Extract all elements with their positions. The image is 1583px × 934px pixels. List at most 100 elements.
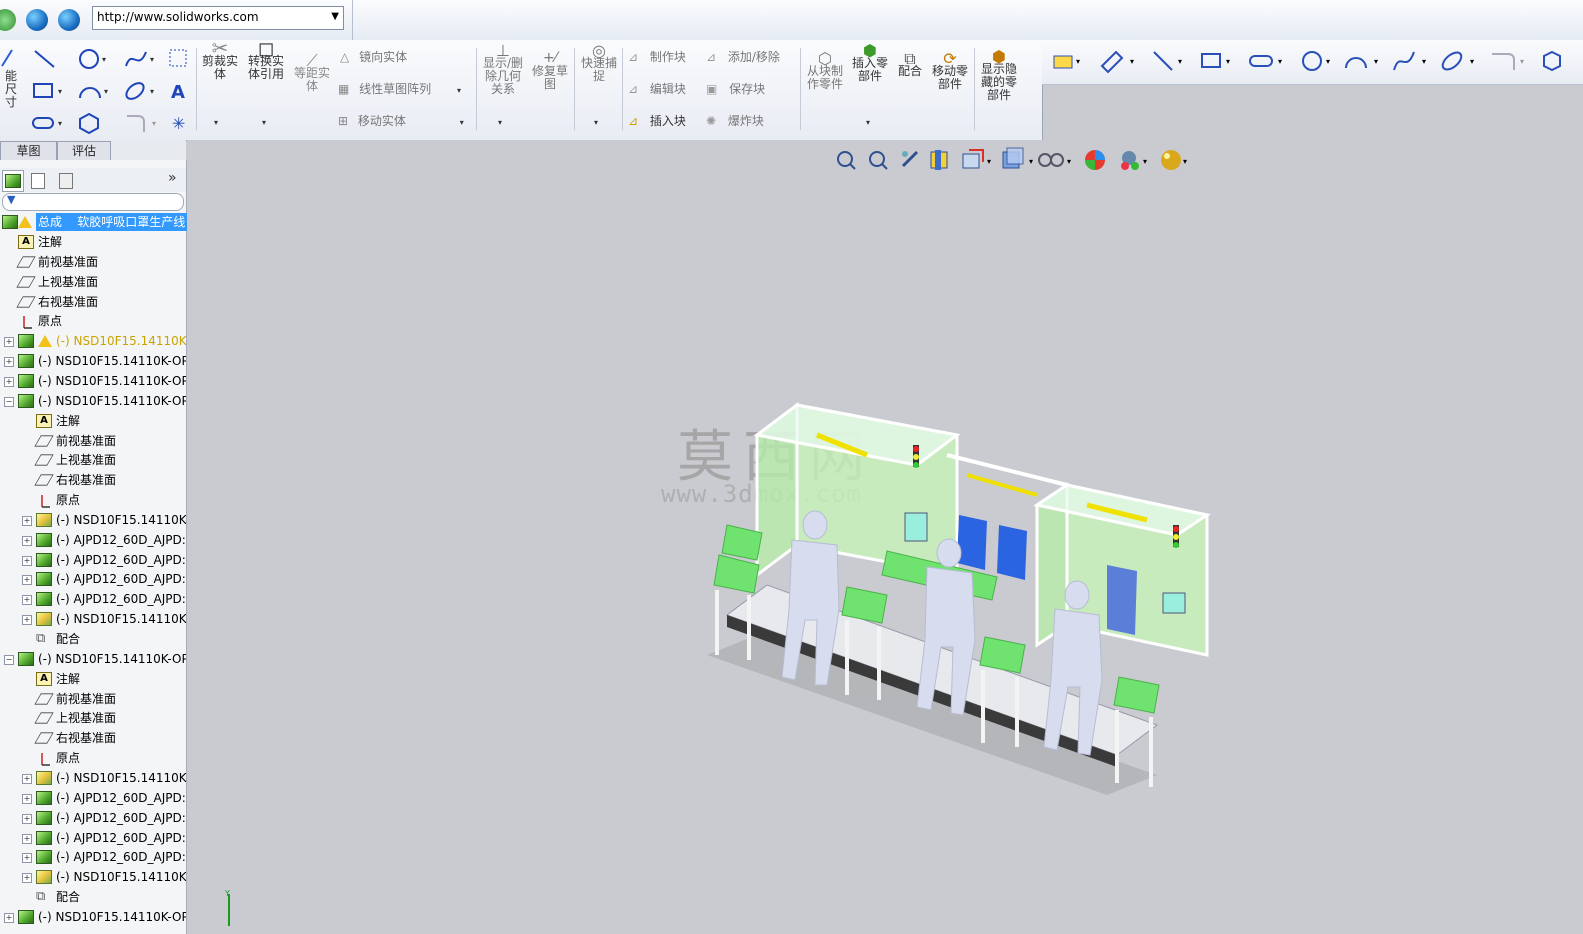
- move-entities-button[interactable]: ⊞ 移动实体 ▾: [338, 112, 464, 129]
- sketch-toolbar-icons[interactable]: ▾ ▾ ▾ ▾ ▾ ▾ ▾ ▾ ▾ ▾: [1050, 48, 1570, 74]
- expand-toggle-icon[interactable]: +: [4, 912, 14, 923]
- save-block-button[interactable]: ▣ 保存块: [706, 80, 765, 97]
- tree-item[interactable]: + (-) AJPD12_60D_AJPD:: [0, 788, 186, 808]
- heads-up-view-toolbar[interactable]: ▾ ▾ ▾ ▾ ▾: [833, 146, 1193, 174]
- expand-toggle-icon[interactable]: +: [22, 615, 32, 626]
- tree-item[interactable]: + (-) AJPD12_60D_AJPD:: [0, 589, 186, 609]
- tree-item[interactable]: − (-) NSD10F15.14110K-OP: [0, 391, 186, 411]
- tree-item[interactable]: + (-) NSD10F15.14110K-: [0, 768, 186, 788]
- chevron-down-icon[interactable]: ▾: [594, 118, 598, 127]
- tree-item[interactable]: 前视基准面: [0, 431, 186, 451]
- text-icon[interactable]: A: [168, 80, 190, 102]
- make-part-from-block-button[interactable]: ⬡ 从块制 作零件: [804, 51, 846, 91]
- expand-panel-icon[interactable]: »: [168, 170, 177, 186]
- ellipse-icon[interactable]: ▾: [124, 80, 160, 102]
- slot-icon[interactable]: ▾: [32, 112, 68, 134]
- url-input[interactable]: http://www.solidworks.com ▼: [92, 6, 344, 30]
- convert-entities-button[interactable]: ◻ 转换实 体引用: [244, 38, 288, 81]
- mirror-entities-button[interactable]: △ 镜向实体: [340, 48, 407, 65]
- spline-icon[interactable]: ▾: [124, 48, 158, 70]
- refresh-icon[interactable]: [0, 9, 16, 31]
- tree-item[interactable]: + (-) AJPD12_60D_AJPD:: [0, 569, 186, 589]
- polygon-icon[interactable]: [78, 112, 104, 134]
- tree-item[interactable]: 右视基准面: [0, 470, 186, 490]
- quick-snaps-button[interactable]: ◎ 快速捕 捉: [578, 43, 620, 83]
- offset-entities-button[interactable]: ⟋ 等距实 体: [290, 53, 334, 93]
- chevron-down-icon[interactable]: ▾: [866, 118, 870, 127]
- grid-snap-icon[interactable]: [168, 48, 190, 70]
- expand-toggle-icon[interactable]: +: [22, 793, 32, 804]
- tree-item[interactable]: + (-) NSD10F15.14110K-: [0, 609, 186, 629]
- tree-item[interactable]: ⧉ 配合: [0, 629, 186, 649]
- display-relations-button[interactable]: ⊥ 显示/删 除几何 关系: [480, 43, 526, 96]
- trim-entities-button[interactable]: ✂ 剪裁实 体: [200, 38, 240, 81]
- expand-toggle-icon[interactable]: +: [22, 535, 32, 546]
- tree-item[interactable]: 原点: [0, 490, 186, 510]
- circle-icon[interactable]: ▾: [78, 48, 112, 70]
- configuration-manager-tab-icon[interactable]: [56, 170, 76, 190]
- move-component-button[interactable]: ⟳ 移动零 部件: [928, 51, 972, 91]
- tab-sketch[interactable]: 草图: [0, 141, 57, 161]
- tree-item[interactable]: 前视基准面: [0, 252, 186, 272]
- tree-root[interactable]: 总成 软胶呼吸口罩生产线: [0, 212, 188, 232]
- mate-button[interactable]: ⧉ 配合: [894, 51, 926, 78]
- arc-icon[interactable]: ▾: [78, 80, 114, 102]
- tree-item[interactable]: + (-) AJPD12_60D_AJPD:: [0, 550, 186, 570]
- insert-components-button[interactable]: ⬢ 插入零 部件: [848, 43, 892, 83]
- expand-toggle-icon[interactable]: +: [4, 376, 14, 387]
- tree-item[interactable]: 原点: [0, 748, 186, 768]
- tree-item[interactable]: 上视基准面: [0, 708, 186, 728]
- tab-evaluate[interactable]: 评估: [57, 141, 111, 161]
- expand-toggle-icon[interactable]: +: [22, 575, 32, 586]
- property-manager-tab-icon[interactable]: [28, 170, 48, 190]
- dimension-icon[interactable]: [0, 46, 14, 68]
- tree-item[interactable]: + (-) NSD10F15.14110K-: [0, 331, 186, 351]
- tree-item[interactable]: + (-) AJPD12_60D_AJPD:: [0, 530, 186, 550]
- tree-item[interactable]: − (-) NSD10F15.14110K-OP: [0, 649, 186, 669]
- chevron-down-icon[interactable]: ▾: [262, 118, 266, 127]
- expand-toggle-icon[interactable]: +: [4, 357, 14, 368]
- expand-toggle-icon[interactable]: +: [22, 555, 32, 566]
- repair-sketch-button[interactable]: +⁄ 修复草 图: [530, 51, 570, 91]
- tree-item[interactable]: + (-) NSD10F15.14110K-: [0, 867, 186, 887]
- edit-block-button[interactable]: ⊿ 编辑块: [628, 80, 686, 97]
- chevron-down-icon[interactable]: ▾: [457, 86, 461, 95]
- smart-dimension-button[interactable]: 能尺 寸: [0, 70, 22, 109]
- fillet-icon[interactable]: ▾: [124, 112, 160, 134]
- chevron-down-icon[interactable]: ▾: [214, 118, 218, 127]
- tree-item[interactable]: ⧉ 配合: [0, 887, 186, 907]
- expand-toggle-icon[interactable]: −: [4, 396, 14, 407]
- chevron-down-icon[interactable]: ▾: [460, 118, 464, 127]
- tree-item[interactable]: 上视基准面: [0, 450, 186, 470]
- show-hidden-components-button[interactable]: ⬢ 显示隐 藏的零 部件: [978, 49, 1020, 102]
- globe-home-icon[interactable]: [58, 9, 80, 31]
- linear-pattern-button[interactable]: ▦ 线性草图阵列 ▾: [338, 80, 461, 97]
- tree-item[interactable]: + (-) AJPD12_60D_AJPD:: [0, 828, 186, 848]
- feature-tree-tab-icon[interactable]: [2, 170, 24, 192]
- tree-item[interactable]: A 注解: [0, 669, 186, 689]
- expand-toggle-icon[interactable]: +: [22, 853, 32, 864]
- tree-item[interactable]: + (-) AJPD12_60D_AJPD:: [0, 808, 186, 828]
- tree-item[interactable]: 右视基准面: [0, 292, 186, 312]
- globe-icon[interactable]: [26, 9, 48, 31]
- insert-block-button[interactable]: ⊿ 插入块: [628, 112, 686, 129]
- chevron-down-icon[interactable]: ▾: [498, 118, 502, 127]
- make-block-button[interactable]: ⊿ 制作块: [628, 48, 686, 65]
- tree-item[interactable]: + (-) NSD10F15.14110K-OP: [0, 351, 186, 371]
- expand-toggle-icon[interactable]: +: [22, 595, 32, 606]
- expand-toggle-icon[interactable]: +: [22, 873, 32, 884]
- expand-toggle-icon[interactable]: +: [22, 515, 32, 526]
- expand-toggle-icon[interactable]: +: [22, 833, 32, 844]
- chevron-down-icon[interactable]: ▼: [331, 11, 339, 22]
- tree-item[interactable]: 上视基准面: [0, 272, 186, 292]
- tree-item[interactable]: + (-) AJPD12_60D_AJPD:: [0, 847, 186, 867]
- tree-item[interactable]: A 注解: [0, 232, 186, 252]
- explode-block-button[interactable]: ✺ 爆炸块: [706, 112, 764, 129]
- tree-item[interactable]: + (-) NSD10F15.14110K-OP: [0, 371, 186, 391]
- tree-item[interactable]: A 注解: [0, 411, 186, 431]
- tree-item[interactable]: 前视基准面: [0, 689, 186, 709]
- graphics-viewport[interactable]: ▾ ▾ ▾ ▾ ▾ 莫西网 www.3dmox.com: [187, 140, 1583, 934]
- point-icon[interactable]: ✳: [168, 112, 190, 134]
- filter-icon[interactable]: ▼: [7, 193, 15, 206]
- line-icon[interactable]: [32, 48, 58, 70]
